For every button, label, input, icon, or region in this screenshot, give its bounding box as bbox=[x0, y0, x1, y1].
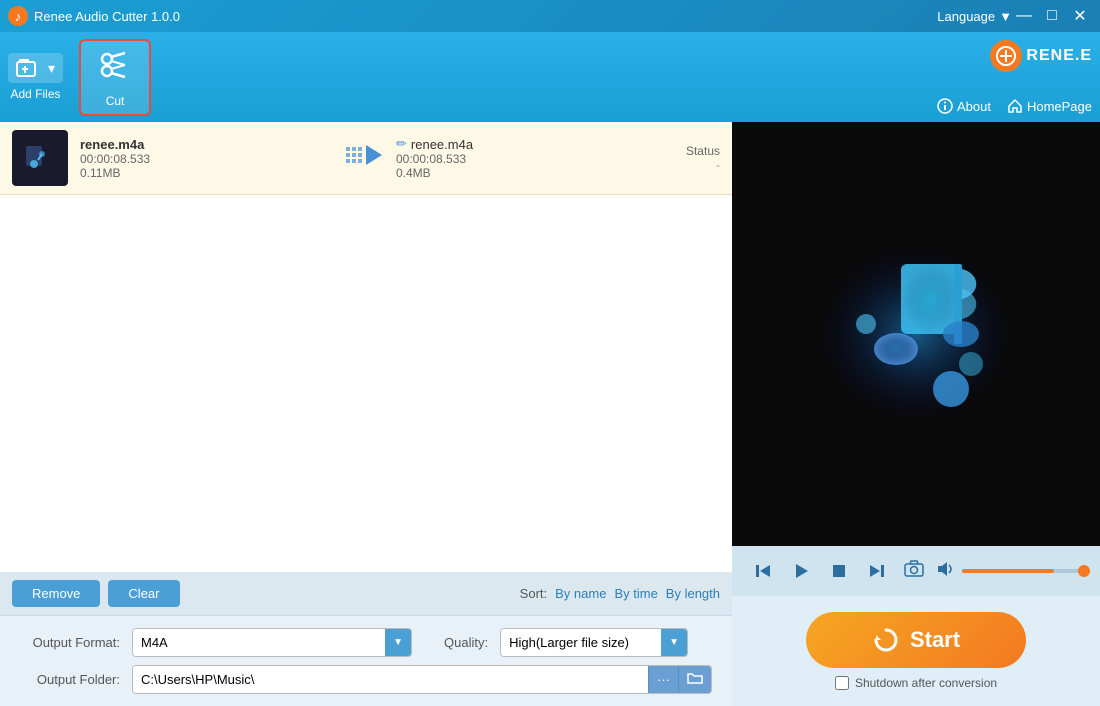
status-value: - bbox=[660, 158, 720, 172]
folder-dots-button[interactable]: ··· bbox=[648, 666, 678, 693]
nav-bottom-links: About HomePage bbox=[937, 98, 1092, 114]
homepage-button[interactable]: HomePage bbox=[1007, 98, 1092, 114]
format-select-wrapper: M4A MP3 WAV AAC FLAC OGG ▼ bbox=[132, 628, 412, 657]
folder-row: Output Folder: ··· bbox=[20, 665, 712, 694]
nav-top-right: RENE.E bbox=[990, 40, 1092, 72]
format-row: Output Format: M4A MP3 WAV AAC FLAC OGG … bbox=[20, 628, 712, 657]
start-label: Start bbox=[910, 627, 960, 653]
cut-label: Cut bbox=[106, 94, 125, 108]
folder-input[interactable] bbox=[133, 666, 648, 693]
volume-icon bbox=[936, 560, 954, 583]
rene-logo: RENE.E bbox=[990, 40, 1092, 72]
app-logo: ♪ bbox=[8, 6, 28, 26]
format-dropdown-button[interactable]: ▼ bbox=[385, 629, 411, 656]
edit-icon: ✏ bbox=[396, 136, 407, 152]
window-controls: — □ ✕ bbox=[1012, 4, 1092, 28]
quality-select-wrapper: High(Larger file size) Medium Low ▼ bbox=[500, 628, 688, 657]
volume-fill bbox=[962, 569, 1054, 573]
remove-button[interactable]: Remove bbox=[12, 580, 100, 607]
clear-button[interactable]: Clear bbox=[108, 580, 179, 607]
shutdown-checkbox[interactable] bbox=[835, 676, 849, 690]
stop-button[interactable] bbox=[824, 556, 854, 586]
quality-wrapper: Quality: High(Larger file size) Medium L… bbox=[444, 628, 688, 657]
quality-dropdown-button[interactable]: ▼ bbox=[661, 629, 687, 656]
output-duration: 00:00:08.533 bbox=[396, 152, 648, 166]
maximize-button[interactable]: □ bbox=[1040, 4, 1064, 28]
sort-by-name[interactable]: By name bbox=[555, 586, 606, 601]
format-select[interactable]: M4A MP3 WAV AAC FLAC OGG bbox=[133, 629, 385, 656]
preview-area bbox=[732, 122, 1100, 546]
start-button[interactable]: Start bbox=[806, 612, 1026, 668]
add-files-button[interactable]: ▾ Add Files bbox=[8, 53, 63, 101]
sort-by-length[interactable]: By length bbox=[666, 586, 720, 601]
music-visual bbox=[806, 234, 1026, 434]
about-label: About bbox=[957, 99, 991, 114]
volume-thumb bbox=[1078, 565, 1090, 577]
input-duration: 00:00:08.533 bbox=[80, 152, 332, 166]
sort-label: Sort: bbox=[520, 586, 547, 601]
scissors-icon bbox=[97, 47, 133, 90]
rene-logo-text: RENE.E bbox=[1026, 47, 1092, 65]
svg-text:♪: ♪ bbox=[15, 9, 22, 24]
left-panel: renee.m4a 00:00:08.533 0.11MB bbox=[0, 122, 732, 706]
quality-select[interactable]: High(Larger file size) Medium Low bbox=[501, 629, 661, 656]
cut-button[interactable]: Cut bbox=[79, 39, 151, 116]
status-label: Status bbox=[660, 144, 720, 158]
file-input-info: renee.m4a 00:00:08.533 0.11MB bbox=[80, 137, 332, 180]
folder-label: Output Folder: bbox=[20, 672, 120, 687]
close-button[interactable]: ✕ bbox=[1068, 4, 1092, 28]
play-button[interactable] bbox=[786, 556, 816, 586]
app-title: Renee Audio Cutter 1.0.0 bbox=[34, 9, 937, 24]
shutdown-row: Shutdown after conversion bbox=[835, 676, 997, 690]
add-files-dropdown-icon[interactable]: ▾ bbox=[48, 60, 55, 77]
rene-logo-icon bbox=[990, 40, 1022, 72]
language-selector[interactable]: Language ▼ bbox=[937, 9, 1012, 24]
player-controls bbox=[732, 546, 1100, 596]
folder-input-wrapper: ··· bbox=[132, 665, 712, 694]
about-button[interactable]: About bbox=[937, 98, 991, 114]
output-size: 0.4MB bbox=[396, 166, 648, 180]
refresh-icon bbox=[872, 626, 900, 654]
nav-right: RENE.E About HomePage bbox=[937, 32, 1100, 122]
top-nav: ▾ Add Files Cut bbox=[0, 32, 1100, 122]
skip-forward-button[interactable] bbox=[862, 556, 892, 586]
input-size: 0.11MB bbox=[80, 166, 332, 180]
add-files-label: Add Files bbox=[11, 87, 61, 101]
add-files-icon: ▾ bbox=[8, 53, 63, 83]
file-thumbnail bbox=[12, 130, 68, 186]
output-filename-row: ✏ renee.m4a bbox=[396, 136, 648, 152]
title-bar: ♪ Renee Audio Cutter 1.0.0 Language ▼ — … bbox=[0, 0, 1100, 32]
format-label: Output Format: bbox=[20, 635, 120, 650]
arrow-icon bbox=[344, 143, 384, 174]
table-row[interactable]: renee.m4a 00:00:08.533 0.11MB bbox=[0, 122, 732, 195]
output-filename: renee.m4a bbox=[411, 137, 473, 152]
main-content: renee.m4a 00:00:08.533 0.11MB bbox=[0, 122, 1100, 706]
file-output-info: ✏ renee.m4a 00:00:08.533 0.4MB bbox=[396, 136, 648, 180]
folder-open-button[interactable] bbox=[678, 666, 711, 693]
volume-slider[interactable] bbox=[962, 569, 1084, 573]
quality-label: Quality: bbox=[444, 635, 488, 650]
homepage-label: HomePage bbox=[1027, 99, 1092, 114]
input-filename: renee.m4a bbox=[80, 137, 332, 152]
language-label: Language bbox=[937, 9, 995, 24]
sort-by-time[interactable]: By time bbox=[614, 586, 657, 601]
skip-back-button[interactable] bbox=[748, 556, 778, 586]
shutdown-label: Shutdown after conversion bbox=[855, 676, 997, 690]
file-status: Status - bbox=[660, 144, 720, 172]
file-list: renee.m4a 00:00:08.533 0.11MB bbox=[0, 122, 732, 572]
minimize-button[interactable]: — bbox=[1012, 4, 1036, 28]
screenshot-button[interactable] bbox=[904, 560, 924, 582]
sort-bar: Remove Clear Sort: By name By time By le… bbox=[0, 572, 732, 615]
settings-bar: Output Format: M4A MP3 WAV AAC FLAC OGG … bbox=[0, 615, 732, 706]
right-panel: Start Shutdown after conversion bbox=[732, 122, 1100, 706]
language-dropdown-icon[interactable]: ▼ bbox=[999, 9, 1012, 24]
start-area: Start Shutdown after conversion bbox=[732, 596, 1100, 706]
